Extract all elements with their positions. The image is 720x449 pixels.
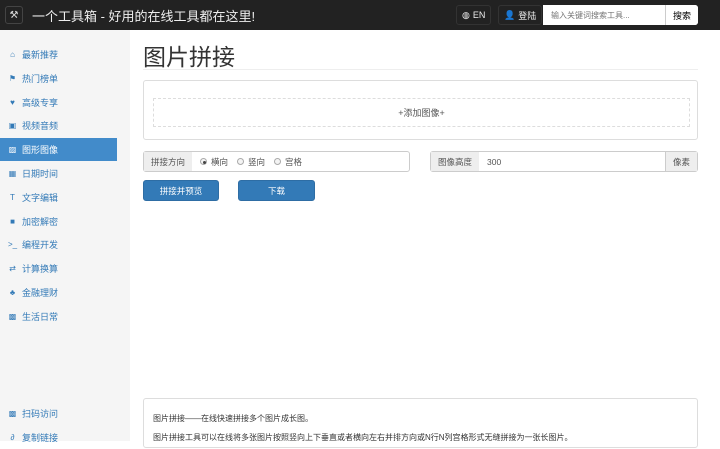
sidebar-item-label: 最新推荐 (22, 50, 59, 60)
sidebar-item-finance[interactable]: ♣ 金融理财 (0, 281, 117, 304)
radio-horizontal[interactable] (200, 158, 208, 165)
sidebar-item-label: 高级专享 (22, 97, 59, 108)
sidebar-item-label: 生活日常 (22, 311, 59, 322)
sidebar-item-label: 加密解密 (22, 216, 59, 227)
sidebar-item-datetime[interactable]: ▦ 日期时间 (0, 162, 117, 185)
image-icon: ▨ (8, 145, 17, 155)
radio-label: 横向 (211, 156, 229, 167)
sidebar-item-label: 编程开发 (22, 240, 59, 251)
language-label: EN (472, 10, 486, 20)
sidebar-item-life[interactable]: ▩ 生活日常 (0, 305, 117, 328)
sidebar-item-label: 复制链接 (22, 433, 59, 443)
sidebar-item-crypto[interactable]: ■ 加密解密 (0, 210, 117, 233)
language-button[interactable]: ◍ EN (456, 5, 492, 25)
qrcode-icon: ▩ (8, 409, 17, 418)
radio-label: 宫格 (285, 156, 303, 167)
datetime-icon: ▦ (8, 169, 17, 178)
description-line: 图片拼接——在线快速拼接多个图片成长图。 (153, 414, 313, 423)
sidebar-item-label: 热门榜单 (22, 73, 59, 84)
sidebar-item-label: 金融理财 (22, 288, 59, 298)
sidebar-item-text[interactable]: T 文字编辑 (0, 186, 117, 209)
sidebar-item-copy-link[interactable]: ∂ 复制链接 (0, 426, 117, 449)
height-input[interactable]: 300 (479, 152, 665, 171)
login-button[interactable]: 👤 登陆 (498, 5, 543, 25)
crypto-icon: ■ (10, 216, 15, 226)
premium-icon: ♥ (10, 97, 15, 107)
divider (143, 69, 698, 70)
toolbox-logo-icon[interactable]: ⚒ (5, 6, 23, 24)
sidebar-item-calc[interactable]: ⇄ 计算换算 (0, 257, 117, 280)
sidebar-item-latest[interactable]: ⌂ 最新推荐 (0, 43, 117, 66)
height-group: 图像高度 300 像素 (430, 151, 698, 172)
download-button[interactable]: 下载 (238, 180, 315, 201)
sidebar-item-label: 文字编辑 (22, 192, 59, 203)
search-input[interactable] (543, 5, 665, 25)
sidebar-item-label: 计算换算 (22, 264, 59, 275)
video-audio-icon: ▣ (8, 121, 17, 131)
dev-icon: >_ (8, 240, 18, 250)
finance-icon: ♣ (9, 288, 16, 297)
sidebar: ⌂ 最新推荐 ⚑ 热门榜单 ♥ 高级专享 ▣ 视频音频 ▨ 图形图像 ▦ 日期时间 T 文字编辑 ■ 加密解密… (0, 30, 130, 443)
top-navbar: ⚒ 一个工具箱 - 好用的在线工具都在这里! ◍EN 👤登陆 搜索 (0, 0, 720, 30)
direction-label: 拼接方向 (144, 152, 193, 171)
sidebar-item-label: 视频音频 (22, 121, 59, 132)
latest-icon: ⌂ (10, 50, 15, 59)
sidebar-item-qrcode[interactable]: ▩ 扫码访问 (0, 402, 117, 425)
sidebar-item-label: 扫码访问 (22, 409, 59, 419)
sidebar-item-label: 图形图像 (22, 145, 59, 156)
search-button[interactable]: 搜索 (665, 5, 698, 25)
user-icon: 👤 (504, 9, 516, 20)
sidebar-item-image[interactable]: ▨ 图形图像 (0, 138, 117, 162)
add-image-dropzone[interactable]: +添加图像+ (153, 98, 690, 127)
page-title: 图片拼接 (143, 44, 235, 70)
radio-label: 竖向 (248, 156, 266, 167)
globe-icon: ◍ (462, 9, 470, 20)
login-label: 登陆 (518, 10, 537, 21)
brand-title[interactable]: 一个工具箱 - 好用的在线工具都在这里! (32, 6, 255, 25)
sidebar-item-premium[interactable]: ♥ 高级专享 (0, 91, 117, 114)
hot-icon: ⚑ (8, 73, 17, 83)
sidebar-item-video-audio[interactable]: ▣ 视频音频 (0, 114, 117, 137)
pixel-unit-label: 像素 (664, 152, 697, 171)
direction-group: 拼接方向 横向 竖向 宫格 (143, 151, 410, 172)
life-icon: ▩ (8, 311, 17, 321)
height-label: 图像高度 (431, 152, 480, 171)
sidebar-item-label: 日期时间 (22, 169, 59, 179)
radio-grid[interactable] (274, 158, 282, 165)
sidebar-item-dev[interactable]: >_ 编程开发 (0, 233, 117, 256)
sidebar-item-hot[interactable]: ⚑ 热门榜单 (0, 67, 117, 90)
description-line: 图片拼接工具可以在线将多张图片按照竖向上下垂直或者横向左右并排方向或N行N列宫格… (153, 433, 573, 442)
search-form: 搜索 (543, 5, 698, 25)
calc-icon: ⇄ (9, 264, 16, 274)
image-panel: +添加图像+ (143, 80, 698, 140)
stitch-preview-button[interactable]: 拼接并预览 (143, 180, 219, 201)
text-icon: T (10, 192, 15, 202)
radio-vertical[interactable] (237, 158, 245, 165)
